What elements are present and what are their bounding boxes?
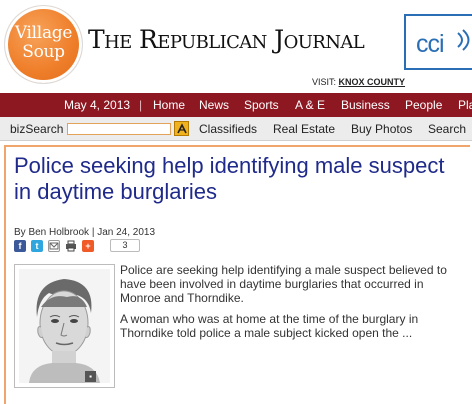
main-nav: May 4, 2013 | Home News Sports A & E Bus… (0, 93, 472, 117)
knox-county-link[interactable]: KNOX COUNTY (339, 77, 406, 87)
nav-item-people[interactable]: People (405, 98, 442, 112)
print-icon[interactable] (65, 240, 77, 252)
nav-item-sports[interactable]: Sports (244, 98, 279, 112)
sub-nav: bizSearch Classifieds Real Estate Buy Ph… (0, 117, 472, 141)
subnav-classifieds[interactable]: Classifieds (199, 122, 257, 136)
article-body: Police are seeking help identifying a ma… (120, 263, 466, 347)
expand-icon[interactable]: ▪ (85, 371, 96, 382)
bizsearch-button[interactable] (174, 121, 189, 136)
twitter-icon[interactable]: t (31, 240, 43, 252)
masthead-title[interactable]: The Republican Journal (88, 25, 403, 54)
nav-item-places[interactable]: Pla (458, 98, 472, 112)
article-paragraph: Police are seeking help identifying a ma… (120, 263, 447, 305)
nav-item-business[interactable]: Business (341, 98, 390, 112)
bizsearch-input[interactable] (67, 123, 171, 135)
facebook-icon[interactable]: f (14, 240, 26, 252)
add-icon[interactable]: + (82, 240, 94, 252)
bizsearch-label: bizSearch (10, 122, 64, 136)
logo-line-2: Soup (22, 42, 65, 62)
suspect-sketch-image (19, 269, 110, 383)
suspect-sketch-photo[interactable]: ▪ (14, 264, 115, 388)
share-count: 3 (110, 239, 140, 252)
nav-separator: | (139, 98, 143, 112)
article-byline: By Ben Holbrook | Jan 24, 2013 (14, 227, 156, 238)
cci-logo-text: cci (416, 30, 445, 58)
cci-logo[interactable]: cci (404, 14, 472, 70)
subnav-real-estate[interactable]: Real Estate (273, 122, 335, 136)
visit-label: VISIT: (312, 77, 337, 87)
nav-item-news[interactable]: News (199, 98, 229, 112)
logo-line-1: Village (14, 23, 73, 43)
subnav-search[interactable]: Search (428, 122, 466, 136)
subnav-buy-photos[interactable]: Buy Photos (351, 122, 412, 136)
article: Police seeking help identifying male sus… (4, 145, 470, 404)
article-paragraph: A woman who was at home at the time of t… (120, 312, 419, 340)
village-soup-logo[interactable]: Village Soup (5, 6, 82, 83)
nav-item-home[interactable]: Home (153, 98, 185, 112)
article-headline: Police seeking help identifying male sus… (14, 153, 445, 204)
email-icon[interactable] (48, 240, 60, 252)
nav-item-ae[interactable]: A & E (295, 98, 325, 112)
visit-county: VISIT: KNOX COUNTY (312, 77, 405, 87)
nav-date: May 4, 2013 (64, 98, 131, 112)
yellow-pages-icon (177, 123, 187, 134)
signal-icon (457, 29, 470, 51)
